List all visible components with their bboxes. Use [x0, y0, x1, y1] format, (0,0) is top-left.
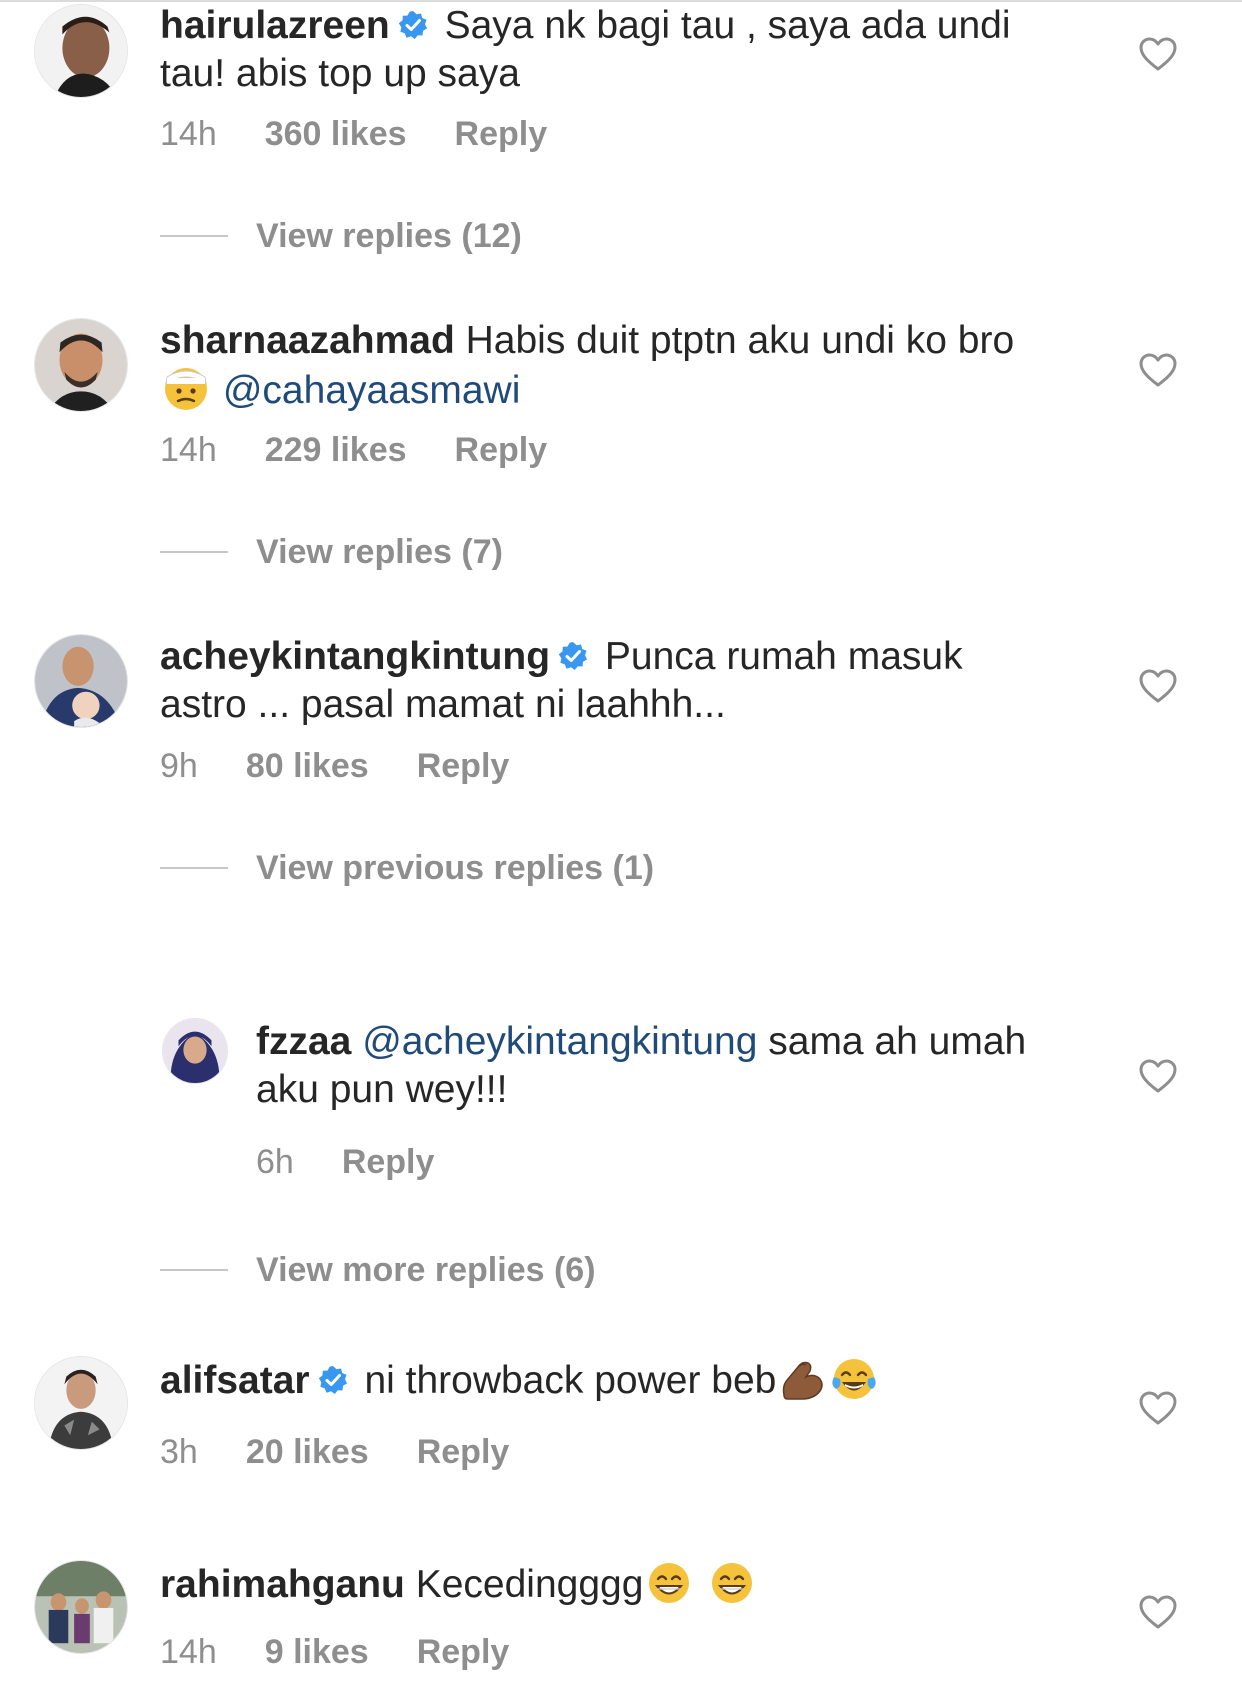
comment-text: alifsatar ni throwback power beb	[160, 1355, 1060, 1405]
reply-avatar[interactable]	[162, 1018, 228, 1084]
comment-username[interactable]: alifsatar	[160, 1359, 310, 1402]
reply-button[interactable]: Reply	[417, 1633, 510, 1671]
likes-count[interactable]: 20 likes	[246, 1433, 369, 1471]
comment-username[interactable]: hairulazreen	[160, 4, 390, 47]
reply-button[interactable]: Reply	[417, 1433, 510, 1471]
view-previous-replies-button[interactable]: View previous replies (1)	[160, 848, 654, 888]
comment-meta: 3h 20 likes Reply	[160, 1432, 557, 1472]
comment-time: 14h	[160, 431, 217, 469]
like-heart-icon[interactable]	[1138, 36, 1178, 72]
grinning-emoji-icon	[708, 1559, 756, 1607]
reply-text: fzzaa @acheykintangkintung sama ah umah …	[256, 1018, 1056, 1114]
reply-button[interactable]: Reply	[455, 115, 548, 153]
reply-button[interactable]: Reply	[455, 431, 548, 469]
reply-meta: 6h Reply	[256, 1142, 482, 1182]
comment-meta: 14h 229 likes Reply	[160, 430, 595, 470]
view-replies-button[interactable]: View replies (12)	[160, 216, 522, 256]
like-heart-icon[interactable]	[1138, 1390, 1178, 1426]
comment-body: Habis duit ptptn aku undi ko bro	[465, 319, 1015, 362]
comment-time: 14h	[160, 115, 217, 153]
likes-count[interactable]: 80 likes	[246, 747, 369, 785]
verified-badge-icon	[398, 10, 428, 40]
view-replies-label: View replies (12)	[256, 217, 522, 255]
verified-badge-icon	[558, 641, 588, 671]
avatar[interactable]	[34, 318, 128, 412]
reply-username[interactable]: fzzaa	[256, 1020, 351, 1063]
comment-body: ni throwback power beb	[364, 1359, 777, 1402]
tears-of-joy-emoji-icon	[830, 1355, 878, 1403]
comment-meta: 14h 9 likes Reply	[160, 1632, 557, 1672]
replies-dash	[160, 867, 228, 869]
reply-button[interactable]: Reply	[342, 1143, 435, 1181]
comment-username[interactable]: acheykintangkintung	[160, 635, 550, 678]
head-bandage-emoji-icon	[162, 365, 210, 413]
comment-text: hairulazreen Saya nk bagi tau , saya ada…	[160, 2, 1060, 98]
verified-badge-icon	[318, 1365, 348, 1395]
comment-meta: 9h 80 likes Reply	[160, 746, 557, 786]
likes-count[interactable]: 229 likes	[265, 431, 407, 469]
like-heart-icon[interactable]	[1138, 668, 1178, 704]
comment-username[interactable]: sharnaazahmad	[160, 319, 455, 362]
comment-time: 3h	[160, 1433, 198, 1471]
avatar[interactable]	[34, 1356, 128, 1450]
comment-text: acheykintangkintung Punca rumah masuk as…	[160, 633, 1060, 729]
like-heart-icon[interactable]	[1138, 1058, 1178, 1094]
view-more-replies-button[interactable]: View more replies (6)	[160, 1250, 596, 1290]
like-heart-icon[interactable]	[1138, 352, 1178, 388]
replies-dash	[160, 551, 228, 553]
view-replies-button[interactable]: View replies (7)	[160, 532, 503, 572]
avatar[interactable]	[34, 634, 128, 728]
avatar[interactable]	[34, 4, 128, 98]
mention-link[interactable]: @cahayaasmawi	[223, 369, 521, 412]
mention-link[interactable]: @acheykintangkintung	[362, 1020, 757, 1063]
likes-count[interactable]: 360 likes	[265, 115, 407, 153]
view-previous-replies-label: View previous replies (1)	[256, 849, 655, 887]
comment-username[interactable]: rahimahganu	[160, 1563, 405, 1606]
reply-time: 6h	[256, 1143, 294, 1181]
comment-time: 9h	[160, 747, 198, 785]
reply-button[interactable]: Reply	[417, 747, 510, 785]
replies-dash	[160, 1269, 228, 1271]
view-replies-label: View replies (7)	[256, 533, 503, 571]
comment-time: 14h	[160, 1633, 217, 1671]
comment-body: Kecedingggg	[415, 1563, 644, 1606]
comment-text: sharnaazahmad Habis duit ptptn aku undi …	[160, 317, 1060, 415]
replies-dash	[160, 235, 228, 237]
grinning-emoji-icon	[645, 1559, 693, 1607]
avatar[interactable]	[34, 1560, 128, 1654]
likes-count[interactable]: 9 likes	[265, 1633, 369, 1671]
flexed-biceps-emoji-icon	[778, 1355, 826, 1403]
comment-meta: 14h 360 likes Reply	[160, 114, 595, 154]
comment-text: rahimahganu Kecedingggg	[160, 1559, 1060, 1609]
like-heart-icon[interactable]	[1138, 1594, 1178, 1630]
view-more-replies-label: View more replies (6)	[256, 1251, 596, 1289]
